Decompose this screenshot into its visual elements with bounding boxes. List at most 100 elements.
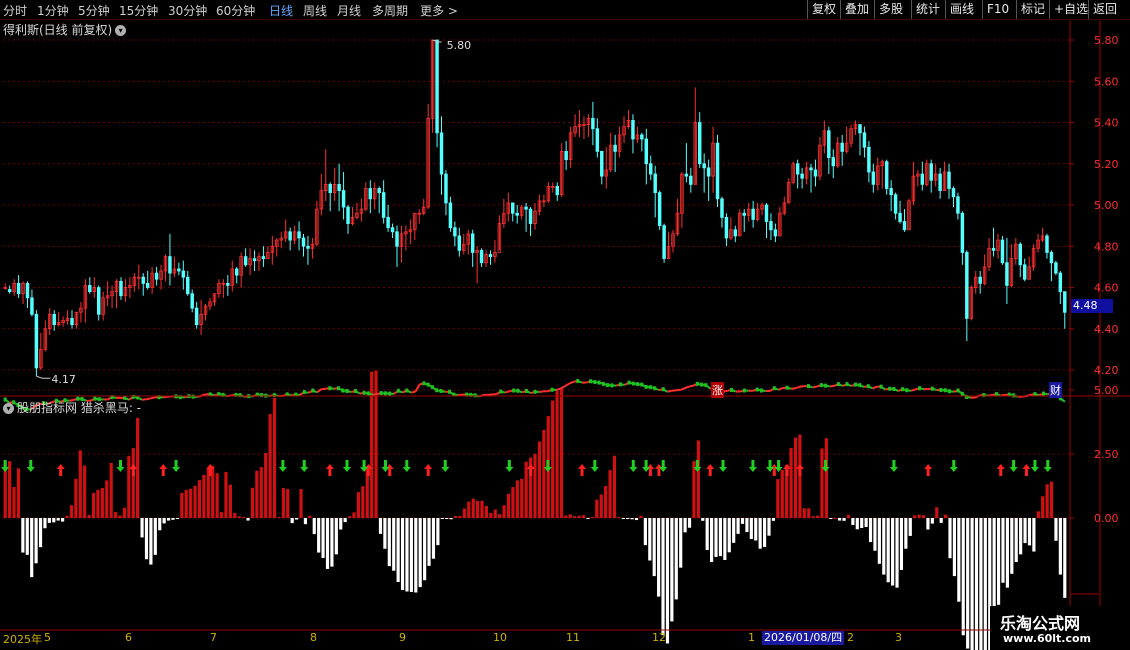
sell-arrow-icon xyxy=(629,460,638,472)
indicator-bar-positive xyxy=(493,509,497,518)
indicator-bar-positive xyxy=(74,478,78,518)
indicator-bar-positive xyxy=(131,448,135,518)
candle-down xyxy=(7,289,12,293)
indicator-label: 股朋指标网 猎杀黑马: - xyxy=(17,401,142,415)
indicator-bar-positive xyxy=(242,516,246,518)
candle-down xyxy=(25,282,30,299)
indicator-bar-positive xyxy=(696,440,700,518)
indicator-bar-positive xyxy=(564,515,568,518)
buy-arrow-icon xyxy=(424,464,433,476)
indicator-bar-negative xyxy=(882,518,886,575)
candle-down xyxy=(1022,264,1027,280)
indicator-bar-positive xyxy=(118,515,122,518)
indicator-line-dot xyxy=(217,392,221,397)
indicator-bar-negative xyxy=(930,518,934,524)
indicator-bar-positive xyxy=(802,508,806,518)
sell-arrow-icon xyxy=(1030,460,1039,472)
indicator-line-segment xyxy=(778,387,784,391)
indicator-bar-negative xyxy=(851,518,855,525)
indicator-bar-negative xyxy=(705,518,709,550)
indicator-line-dot xyxy=(845,382,849,387)
indicator-line-dot xyxy=(601,381,605,386)
indicator-bar-negative xyxy=(723,518,727,560)
indicator-bar-positive xyxy=(69,505,74,518)
indicator-line-dot xyxy=(354,389,358,394)
indicator-bar-negative xyxy=(1010,518,1014,574)
indicator-bar-negative xyxy=(714,518,718,557)
chevron-down-icon[interactable]: ▾ xyxy=(3,403,14,414)
last-price-tag: 4.48 xyxy=(1071,299,1113,313)
candle-down xyxy=(337,183,341,191)
indicator-bar-negative xyxy=(25,518,29,555)
indicator-line-dot xyxy=(759,388,763,393)
indicator-bar-positive xyxy=(551,400,555,518)
indicator-bar-positive xyxy=(65,515,69,518)
date-label: 1 xyxy=(748,631,755,644)
candle-down xyxy=(733,229,738,237)
indicator-line-segment xyxy=(163,395,168,399)
sell-arrow-icon xyxy=(402,460,411,472)
indicator-line-dot xyxy=(772,386,776,391)
indicator-bar-negative xyxy=(904,518,908,549)
candle-down xyxy=(965,252,969,319)
candle-down xyxy=(145,282,150,288)
indicator-bar-negative xyxy=(414,518,418,593)
indicator-line-segment xyxy=(564,382,570,388)
indicator-bar-positive xyxy=(113,512,118,518)
candle-down xyxy=(30,297,34,315)
indicator-bar-positive xyxy=(820,448,824,518)
indicator-line-segment xyxy=(414,383,421,393)
indicator-line-dot xyxy=(994,392,998,397)
zhang-marker[interactable]: 涨 xyxy=(711,382,724,398)
price-tick-label: 5.00 xyxy=(1094,199,1119,212)
sell-arrow-icon xyxy=(590,460,599,472)
indicator-bar-negative xyxy=(855,518,859,530)
date-label: 6 xyxy=(125,631,132,644)
indicator-line-dot xyxy=(366,391,370,396)
indicator-line-dot xyxy=(610,383,614,388)
indicator-line-dot xyxy=(982,393,986,398)
indicator-line-segment xyxy=(829,384,835,388)
indicator-bar-positive xyxy=(780,469,784,518)
indicator-bar-negative xyxy=(749,518,753,539)
ind-tick-label: 2.50 xyxy=(1094,448,1119,461)
indicator-bar-positive xyxy=(489,512,493,518)
candle-down xyxy=(1049,252,1054,264)
indicator-bar-negative xyxy=(643,518,647,546)
indicator-bar-negative xyxy=(38,518,43,548)
indicator-bar-positive xyxy=(352,512,356,518)
indicator-bar-negative xyxy=(378,518,383,534)
indicator-bar-positive xyxy=(577,515,581,518)
price-tick-label: 5.20 xyxy=(1094,158,1119,171)
indicator-line-dot xyxy=(191,394,195,399)
indicator-bar-negative xyxy=(339,518,343,530)
candle-down xyxy=(386,216,390,229)
indicator-line-dot xyxy=(730,388,734,392)
candle-down xyxy=(862,132,867,148)
candle-down xyxy=(595,128,600,152)
indicator-bar-negative xyxy=(626,518,630,519)
indicator-bar-negative xyxy=(246,518,250,521)
cai-marker[interactable]: 财 xyxy=(1049,382,1062,398)
indicator-bar-negative xyxy=(144,518,149,560)
indicator-bar-negative xyxy=(166,518,171,521)
indicator-bar-negative xyxy=(1019,518,1023,555)
indicator-bar-positive xyxy=(462,508,466,518)
indicator-line-segment xyxy=(560,385,566,390)
indicator-bar-negative xyxy=(330,518,334,567)
indicator-line-dot xyxy=(345,389,349,394)
indicator-bar-positive xyxy=(515,480,519,518)
candle-down xyxy=(306,245,310,249)
candle-down xyxy=(453,227,457,237)
candle-down xyxy=(742,212,746,216)
candle-down xyxy=(555,186,559,196)
indicator-line-dot xyxy=(631,381,635,386)
indicator-bar-negative xyxy=(440,518,444,519)
indicator-bar-negative xyxy=(1032,518,1036,552)
indicator-bar-positive xyxy=(12,487,16,518)
indicator-line-dot xyxy=(512,388,516,393)
candle-down xyxy=(613,144,617,152)
indicator-bar-negative xyxy=(891,518,895,586)
indicator-bar-positive xyxy=(202,474,206,518)
indicator-bar-negative xyxy=(745,518,749,533)
